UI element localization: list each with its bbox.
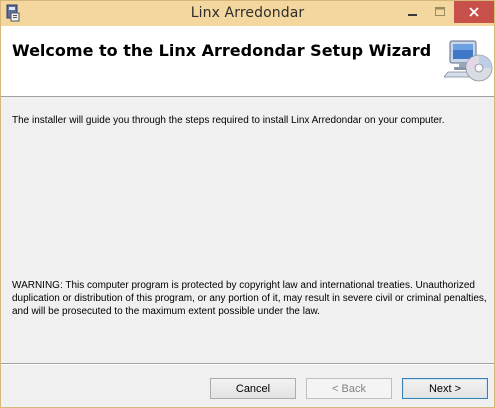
button-area-divider bbox=[1, 363, 494, 365]
computer-cd-icon bbox=[444, 40, 493, 82]
close-icon bbox=[469, 7, 479, 17]
minimize-icon bbox=[408, 14, 417, 16]
back-button[interactable]: < Back bbox=[306, 378, 392, 399]
copyright-warning-text: WARNING: This computer program is protec… bbox=[12, 280, 487, 317]
intro-text: The installer will guide you through the… bbox=[12, 115, 445, 126]
setup-wizard-window: Linx Arredondar Welcome to the Linx Arre… bbox=[0, 0, 495, 408]
next-button[interactable]: Next > bbox=[402, 378, 488, 399]
title-bar[interactable]: Linx Arredondar bbox=[1, 1, 494, 26]
close-button[interactable] bbox=[454, 1, 494, 23]
page-title: Welcome to the Linx Arredondar Setup Wiz… bbox=[12, 41, 432, 60]
maximize-icon bbox=[435, 7, 445, 16]
cancel-button[interactable]: Cancel bbox=[210, 378, 296, 399]
maximize-button[interactable] bbox=[427, 1, 453, 23]
wizard-banner: Welcome to the Linx Arredondar Setup Wiz… bbox=[1, 26, 494, 97]
minimize-button[interactable] bbox=[399, 1, 427, 23]
